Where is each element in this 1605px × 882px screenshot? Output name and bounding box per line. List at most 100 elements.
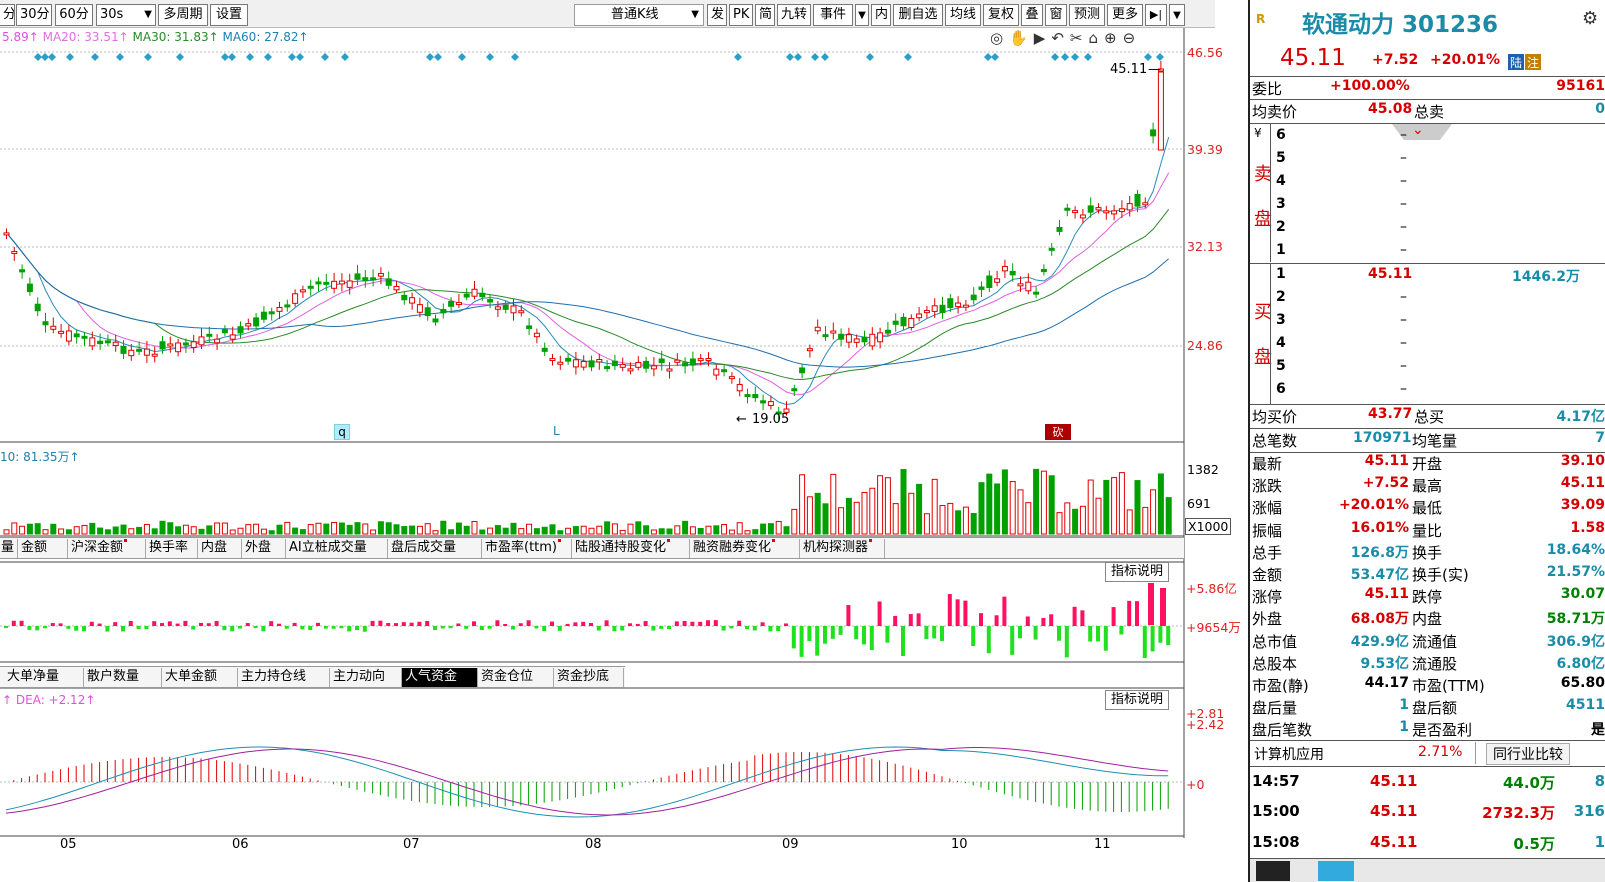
toolbar-dropdown[interactable]: ▼ xyxy=(1169,4,1185,26)
fund-tab[interactable]: 人气资金 xyxy=(402,668,478,687)
buy-price[interactable]: – xyxy=(1400,335,1407,351)
sell-price[interactable]: – xyxy=(1400,242,1407,258)
indicator-tab[interactable]: 机构探测器 xyxy=(800,539,885,558)
buy-price[interactable]: – xyxy=(1400,289,1407,305)
book-divider xyxy=(1270,124,1271,262)
sell-price[interactable]: – xyxy=(1400,150,1407,166)
indicator-tab[interactable]: AI立桩成交量 xyxy=(286,539,388,558)
candle-body xyxy=(814,326,821,332)
indicator-tab[interactable]: 融资融券变化 xyxy=(690,539,800,558)
candle-body xyxy=(572,359,579,368)
quote-row: 市盈(静) 44.17 市盈(TTM) 65.80 xyxy=(1252,675,1605,697)
period-button-partial[interactable]: 分 xyxy=(0,4,15,26)
fund-bar xyxy=(206,623,211,626)
indicator-tab[interactable]: 量 xyxy=(0,539,18,558)
fund-bar xyxy=(284,626,289,629)
signal-diamond xyxy=(811,53,819,61)
fund-bar xyxy=(994,615,999,626)
multi-period-button[interactable]: 多周期 xyxy=(158,4,208,26)
forecast-button[interactable]: 预测 xyxy=(1069,4,1105,26)
volume-bar xyxy=(728,529,735,535)
fund-tab[interactable]: 散户数量 xyxy=(84,668,162,687)
candle-body xyxy=(307,285,314,289)
chart-type-dropdown[interactable]: 普通K线 ▼ xyxy=(574,4,704,26)
buy-price[interactable]: 45.11 xyxy=(1368,266,1412,282)
candle-body xyxy=(767,401,774,406)
dot-icon xyxy=(124,539,128,542)
indicator-tab[interactable]: 陆股通持股变化 xyxy=(572,539,690,558)
volume-bar xyxy=(214,522,221,535)
sell-price[interactable]: – xyxy=(1400,127,1407,143)
settings-button[interactable]: 设置 xyxy=(210,4,248,26)
overlay-button[interactable]: 叠 xyxy=(1021,4,1043,26)
sell-level: 4 xyxy=(1276,173,1286,189)
industry-name[interactable]: 计算机应用 xyxy=(1254,744,1324,764)
volume-unit: X1000 xyxy=(1185,518,1232,535)
gear-icon[interactable]: ⚙ xyxy=(1582,8,1598,29)
jian-button[interactable]: 简 xyxy=(755,4,775,26)
collapse-right-icon[interactable]: ▶| xyxy=(1145,4,1167,26)
period-30min-button[interactable]: 30分 xyxy=(16,4,52,26)
adjust-button[interactable]: 复权 xyxy=(983,4,1019,26)
indicator-tab[interactable]: 盘后成交量 xyxy=(388,539,482,558)
dot-icon xyxy=(558,539,562,542)
sell-price[interactable]: – xyxy=(1400,173,1407,189)
buy-price[interactable]: – xyxy=(1400,358,1407,374)
volume-bar xyxy=(34,523,41,535)
footer-tab[interactable] xyxy=(1318,861,1354,881)
volume-bar xyxy=(221,522,228,535)
signal-diamond xyxy=(904,53,912,61)
fund-tab[interactable]: 资金抄底 xyxy=(554,668,624,687)
indicator-tab[interactable]: 金额 xyxy=(18,539,68,558)
period-30s-dropdown[interactable]: 30s ▼ xyxy=(96,4,156,26)
sell-price[interactable]: – xyxy=(1400,219,1407,235)
volume-bar xyxy=(830,473,837,535)
more-button[interactable]: 更多 xyxy=(1107,4,1143,26)
event-badge[interactable]: 砍 xyxy=(1045,424,1071,440)
macd-axis-mid: +2.42 xyxy=(1186,717,1225,732)
volume-bar xyxy=(978,482,985,535)
nei-button[interactable]: 内 xyxy=(871,4,891,26)
fund-tab[interactable]: 资金仓位 xyxy=(478,668,554,687)
jiuzhuan-button[interactable]: 九转 xyxy=(777,4,811,26)
fund-bar xyxy=(331,626,336,629)
sell-price[interactable]: – xyxy=(1400,196,1407,212)
pk-button[interactable]: PK xyxy=(729,4,753,26)
candle-body xyxy=(346,280,353,288)
fund-tab[interactable]: 大单金额 xyxy=(162,668,238,687)
macd-help-button[interactable]: 指标说明 xyxy=(1105,690,1170,710)
volume-bar xyxy=(42,529,49,535)
volume-bar xyxy=(814,492,821,535)
window-button[interactable]: 窗 xyxy=(1045,4,1067,26)
indicator-tab[interactable]: 外盘 xyxy=(242,539,286,558)
fund-bar xyxy=(58,623,63,626)
fund-bar xyxy=(433,626,437,631)
industry-compare-button[interactable]: 同行业比较 xyxy=(1486,743,1570,765)
fund-tab[interactable]: 主力持仓线 xyxy=(238,668,330,687)
ma-lines-button[interactable]: 均线 xyxy=(945,4,981,26)
fund-tab[interactable]: 大单净量 xyxy=(4,668,84,687)
marker-q[interactable]: q xyxy=(334,424,350,440)
period-60min-button[interactable]: 60分 xyxy=(55,4,93,26)
chevron-down-icon[interactable]: ⌄ xyxy=(1412,122,1424,138)
indicator-help-button[interactable]: 指标说明 xyxy=(1105,562,1170,582)
candle-body xyxy=(705,358,712,362)
fa-button[interactable]: 发 xyxy=(707,4,727,26)
footer-tab[interactable] xyxy=(1256,861,1290,881)
events-button[interactable]: 事件 xyxy=(813,4,853,26)
fund-tab[interactable]: 主力动向 xyxy=(330,668,402,687)
marker-l[interactable]: L xyxy=(553,424,560,438)
indicator-tab[interactable]: 市盈率(ttm) xyxy=(482,539,572,558)
indicator-tab[interactable]: 沪深金额 xyxy=(68,539,146,558)
candle-body xyxy=(588,360,595,368)
buy-price[interactable]: – xyxy=(1400,312,1407,328)
indicator-tab[interactable]: 换手率 xyxy=(146,539,198,558)
events-dropdown[interactable]: ▼ xyxy=(855,4,869,26)
high-price-label: 45.11 xyxy=(1110,62,1148,77)
r-icon[interactable]: R xyxy=(1256,12,1265,26)
buy-price[interactable]: – xyxy=(1400,381,1407,397)
kline-chart[interactable] xyxy=(0,28,1245,868)
total-sell-label: 总卖 xyxy=(1414,103,1445,121)
delete-watchlist-button[interactable]: 删自选 xyxy=(893,4,943,26)
indicator-tab[interactable]: 内盘 xyxy=(198,539,242,558)
